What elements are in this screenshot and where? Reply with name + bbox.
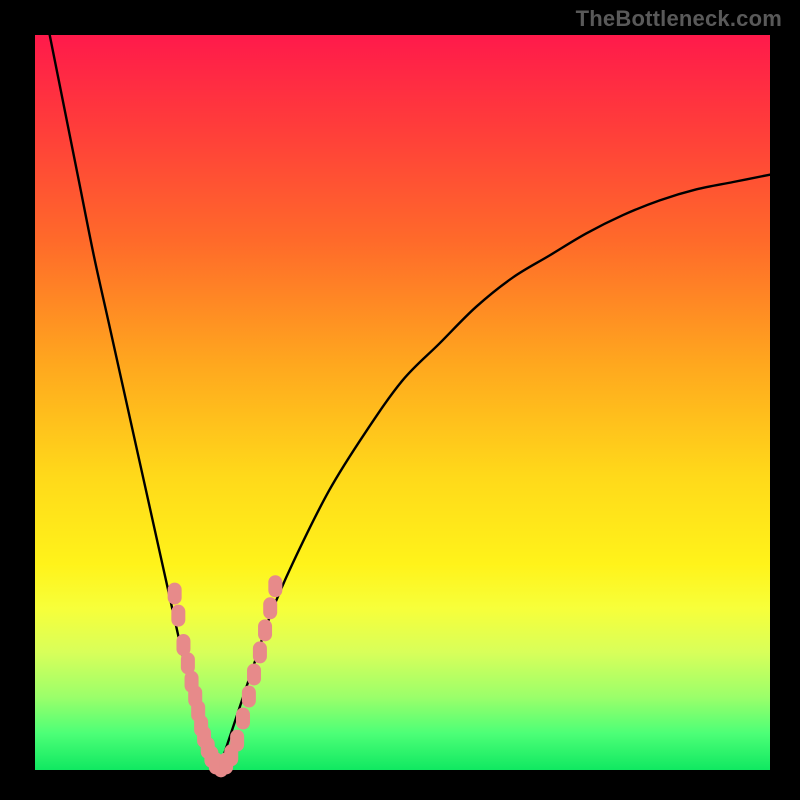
marker-point [268, 575, 282, 597]
marker-point [230, 730, 244, 752]
marker-point [253, 641, 267, 663]
marker-point [168, 583, 182, 605]
chart-overlay [0, 0, 800, 800]
marker-point [242, 686, 256, 708]
marker-point [236, 708, 250, 730]
marker-point [258, 619, 272, 641]
marker-point [263, 597, 277, 619]
chart-frame: TheBottleneck.com [0, 0, 800, 800]
marker-point [247, 663, 261, 685]
marker-point [171, 605, 185, 627]
curve-right-curve [219, 175, 770, 770]
